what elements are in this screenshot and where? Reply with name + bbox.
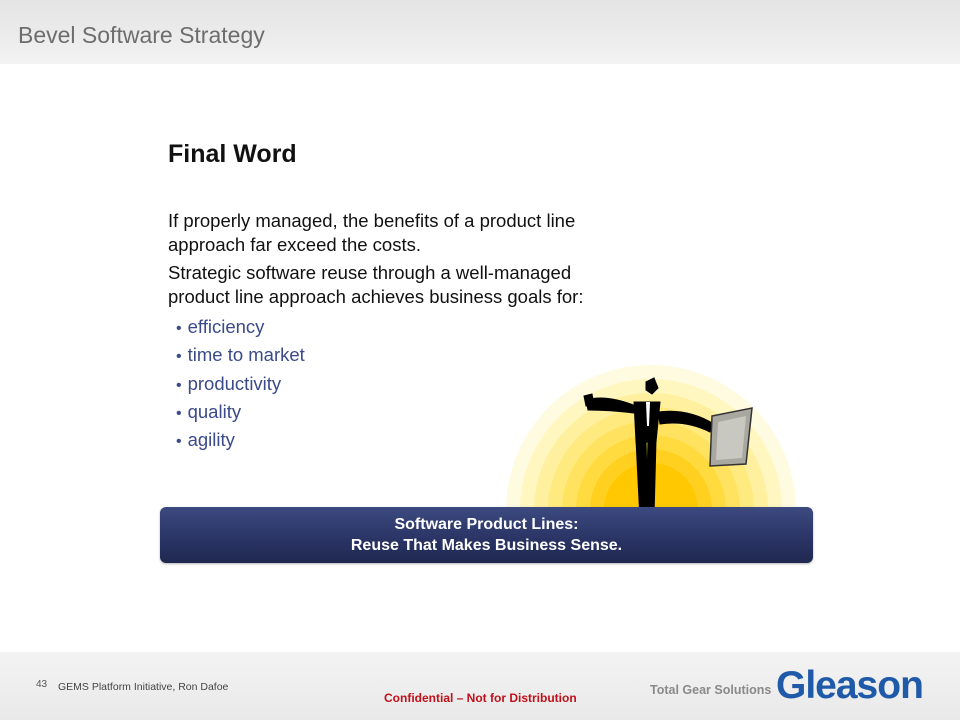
- goal-label: quality: [187, 400, 242, 422]
- goal-label: productivity: [187, 372, 282, 394]
- goals-list: • efficiency • time to market • productivit…: [176, 313, 305, 454]
- slide-header: Bevel Software Strategy: [0, 0, 960, 64]
- paragraph-benefits: If properly managed, the benefits of a p…: [168, 210, 576, 255]
- bullet-icon: •: [176, 376, 182, 394]
- bullet-icon: •: [176, 433, 182, 451]
- confidential-notice: Confidential – Not for Distribution: [384, 691, 577, 705]
- goal-label: agility: [187, 429, 235, 451]
- goal-item-productivity: • productivity: [176, 370, 305, 398]
- header-title: Bevel Software Strategy: [18, 22, 265, 48]
- paragraph-strategic-reuse: Strategic software reuse through a well-…: [168, 262, 584, 307]
- bullet-icon: •: [176, 348, 182, 366]
- gleason-logo: Gleason: [776, 664, 924, 707]
- goal-item-time-to-market: • time to market: [176, 341, 305, 369]
- goal-item-quality: • quality: [176, 398, 305, 426]
- slide-footer: 43 GEMS Platform Initiative, Ron Dafoe C…: [0, 652, 960, 720]
- bullet-icon: •: [176, 320, 182, 337]
- page-number: 43: [36, 679, 48, 690]
- banner-line-2: Reuse That Makes Business Sense.: [350, 537, 623, 554]
- goal-item-efficiency: • efficiency: [176, 313, 305, 341]
- slide-title: Final Word: [168, 140, 297, 168]
- goal-label: time to market: [187, 344, 305, 366]
- bullet-icon: •: [176, 404, 182, 422]
- banner-line-1: Software Product Lines:: [394, 516, 579, 533]
- tagline-banner: Software Product Lines: Reuse That Makes…: [160, 507, 813, 563]
- goal-label: efficiency: [187, 316, 265, 337]
- footer-author: GEMS Platform Initiative, Ron Dafoe: [58, 681, 229, 693]
- businessman-sunrise-illustration: [506, 365, 796, 521]
- company-tagline: Total Gear Solutions: [650, 683, 772, 697]
- goal-item-agility: • agility: [176, 426, 305, 454]
